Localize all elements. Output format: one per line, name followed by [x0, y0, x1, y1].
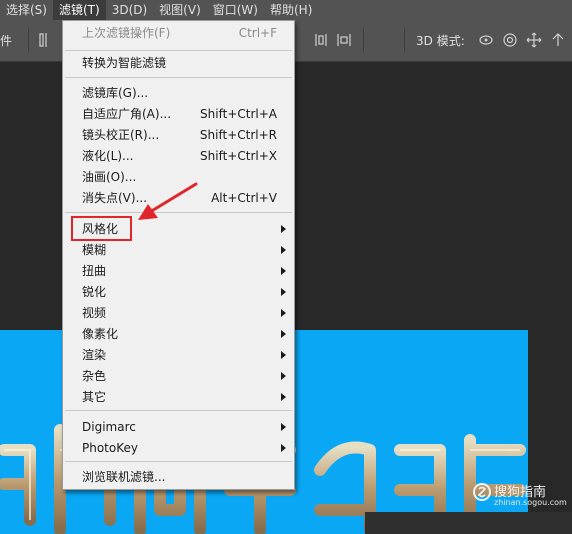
menu-item-photokey[interactable]: PhotoKey: [63, 438, 294, 459]
menu-separator: [65, 410, 292, 411]
menu-item-lens-correction[interactable]: 镜头校正(R)... Shift+Ctrl+R: [63, 125, 294, 146]
submenu-arrow-icon: [281, 372, 286, 380]
3d-roll-icon[interactable]: [502, 30, 518, 50]
menu-item-last-filter[interactable]: 上次滤镜操作(F) Ctrl+F: [63, 23, 294, 44]
menu-item-render[interactable]: 渲染: [63, 345, 294, 366]
3d-rotate-icon[interactable]: [478, 30, 494, 50]
3d-mode-label: 3D 模式:: [416, 34, 465, 48]
menu-view[interactable]: 视图(V): [153, 0, 207, 20]
menu-3d[interactable]: 3D(D): [106, 0, 153, 20]
menu-item-liquify[interactable]: 液化(L)... Shift+Ctrl+X: [63, 146, 294, 167]
submenu-arrow-icon: [281, 267, 286, 275]
submenu-arrow-icon: [281, 309, 286, 317]
annotation-arrow-icon: [138, 182, 198, 220]
options-left-label: 件: [0, 34, 13, 48]
sogou-logo-icon: [473, 483, 491, 501]
watermark: 搜狗指南 zhinan.sogou.com: [470, 478, 570, 512]
menu-item-digimarc[interactable]: Digimarc: [63, 417, 294, 438]
menu-item-other[interactable]: 其它: [63, 387, 294, 408]
menu-item-pixelate[interactable]: 像素化: [63, 324, 294, 345]
options-separator: [28, 28, 29, 52]
menu-item-sharpen[interactable]: 锐化: [63, 282, 294, 303]
submenu-arrow-icon: [281, 246, 286, 254]
options-separator: [404, 28, 405, 52]
submenu-arrow-icon: [281, 330, 286, 338]
align-icon[interactable]: [38, 30, 54, 50]
menu-help[interactable]: 帮助(H): [264, 0, 318, 20]
submenu-arrow-icon: [281, 393, 286, 401]
bottom-panel-strip: [365, 512, 572, 534]
menu-item-distort[interactable]: 扭曲: [63, 261, 294, 282]
submenu-arrow-icon: [281, 423, 286, 431]
menu-window[interactable]: 窗口(W): [207, 0, 264, 20]
menu-item-convert-smart-filter[interactable]: 转换为智能滤镜: [63, 53, 294, 74]
options-separator: [363, 28, 364, 52]
3d-pan-icon[interactable]: [526, 30, 542, 50]
menu-item-filter-gallery[interactable]: 滤镜库(G)...: [63, 83, 294, 104]
3d-slide-icon[interactable]: [550, 30, 566, 50]
menu-separator: [65, 77, 292, 78]
submenu-arrow-icon: [281, 288, 286, 296]
menu-item-browse-online-filters[interactable]: 浏览联机滤镜...: [63, 467, 294, 488]
menu-filter[interactable]: 滤镜(T): [52, 0, 106, 20]
menu-item-video[interactable]: 视频: [63, 303, 294, 324]
annotation-highlight-box: [71, 216, 132, 241]
menu-separator: [65, 50, 292, 51]
menu-select[interactable]: 选择(S): [0, 0, 53, 20]
submenu-arrow-icon: [281, 444, 286, 452]
menu-separator: [65, 461, 292, 462]
submenu-arrow-icon: [281, 225, 286, 233]
submenu-arrow-icon: [281, 351, 286, 359]
distribute-icon[interactable]: [313, 30, 329, 50]
filter-menu-dropdown: 上次滤镜操作(F) Ctrl+F 转换为智能滤镜 滤镜库(G)... 自适应广角…: [62, 20, 295, 490]
menu-bar: 选择(S) 滤镜(T) 3D(D) 视图(V) 窗口(W) 帮助(H): [0, 0, 572, 20]
menu-item-blur[interactable]: 模糊: [63, 240, 294, 261]
distribute-icon[interactable]: [336, 30, 352, 50]
menu-item-adaptive-wide-angle[interactable]: 自适应广角(A)... Shift+Ctrl+A: [63, 104, 294, 125]
menu-item-noise[interactable]: 杂色: [63, 366, 294, 387]
watermark-url: zhinan.sogou.com: [494, 498, 567, 507]
